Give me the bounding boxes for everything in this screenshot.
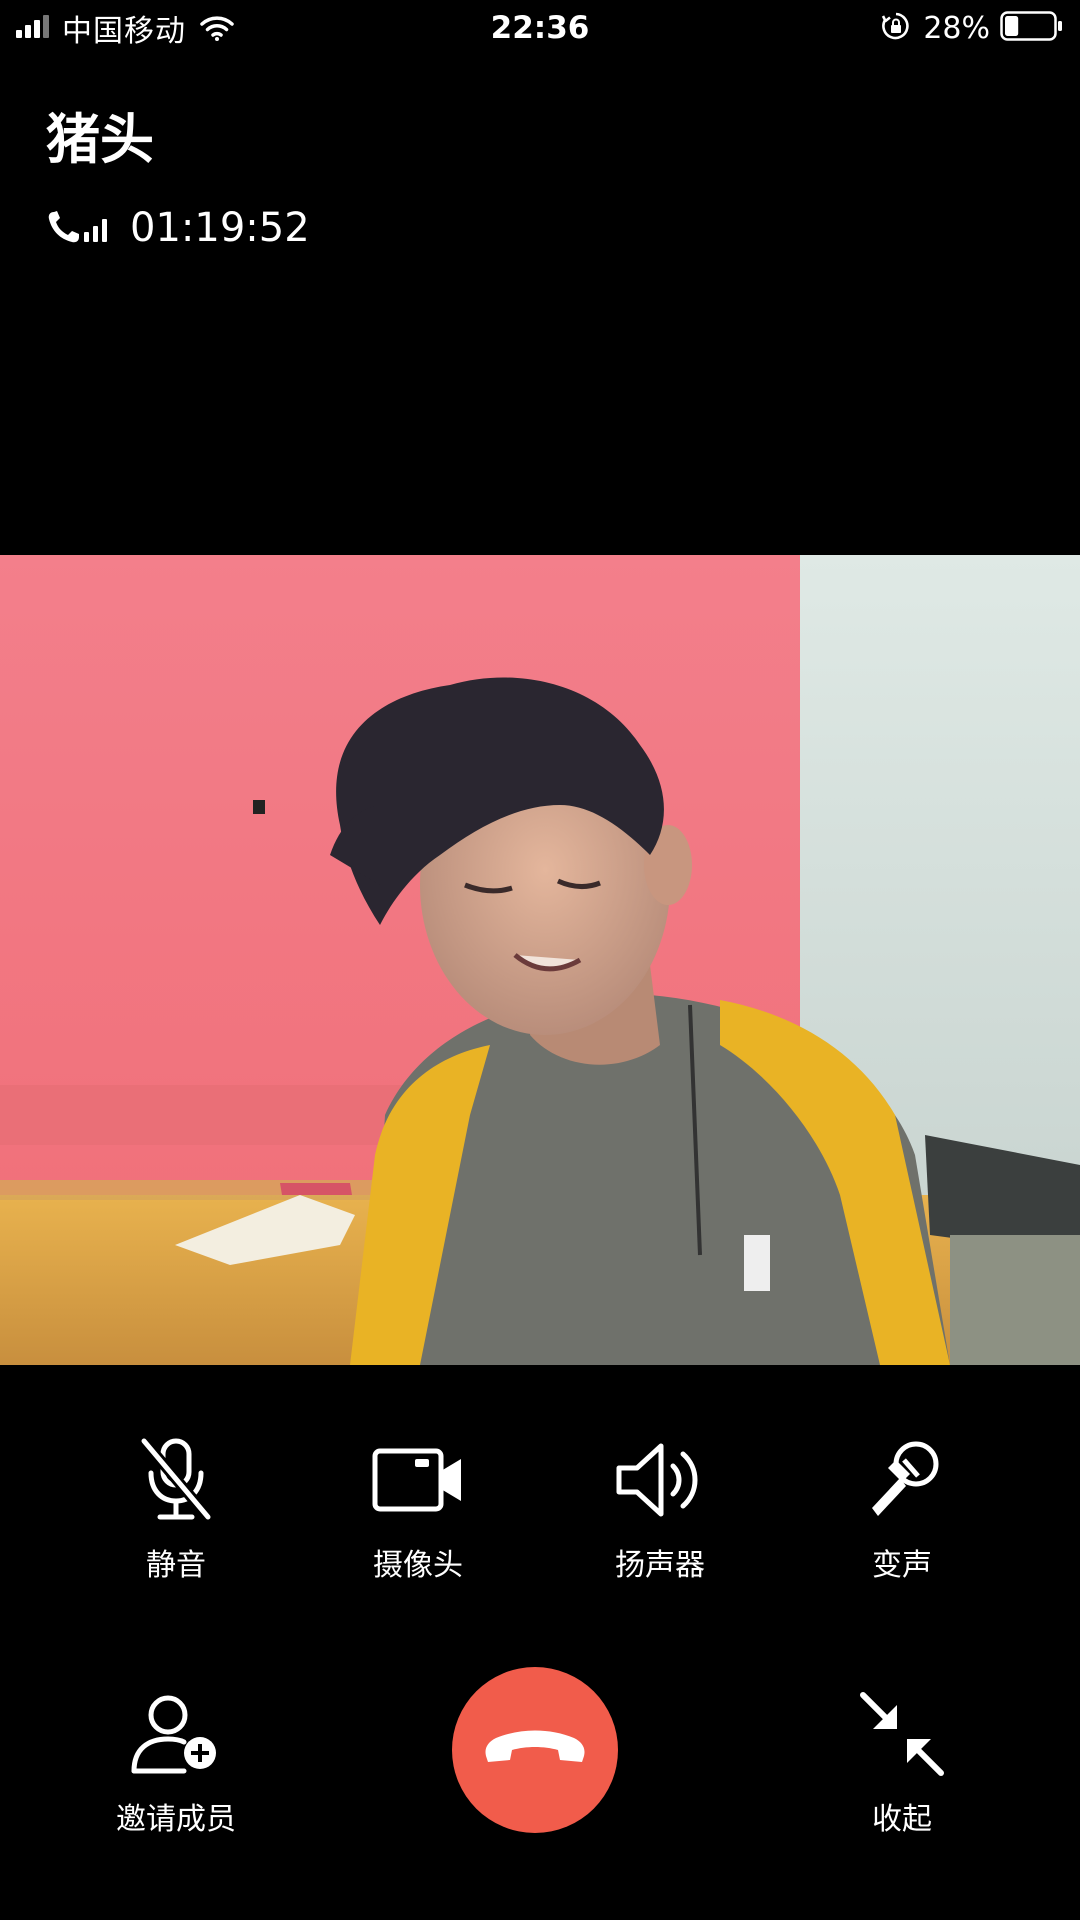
voice-changer-button[interactable]: 变声	[802, 1430, 1002, 1586]
camera-icon	[318, 1430, 518, 1530]
remote-video[interactable]	[0, 555, 1080, 1365]
call-duration: 01:19:52	[130, 205, 310, 251]
minimize-label: 收起	[872, 1802, 932, 1837]
speaker-icon	[560, 1430, 760, 1530]
status-bar: 中国移动 22:36 28%	[0, 0, 1080, 56]
mic-off-icon	[76, 1430, 276, 1530]
mute-label: 静音	[146, 1548, 206, 1583]
orientation-lock-icon	[881, 11, 911, 45]
contact-name: 猪头	[46, 108, 154, 171]
minimize-icon	[802, 1684, 1002, 1784]
battery-percent: 28%	[923, 10, 990, 46]
battery-icon	[1000, 11, 1064, 45]
hangup-button[interactable]	[452, 1667, 618, 1833]
call-signal-icon	[46, 206, 112, 250]
camera-button[interactable]: 摄像头	[318, 1430, 518, 1586]
battery-level-fill	[1005, 16, 1019, 36]
add-member-icon	[76, 1684, 276, 1784]
hangup-icon	[480, 1726, 590, 1774]
voice-changer-label: 变声	[872, 1548, 932, 1583]
speaker-label: 扬声器	[615, 1548, 705, 1583]
status-bar-right: 28%	[881, 0, 1064, 56]
invite-member-label: 邀请成员	[116, 1802, 236, 1837]
voice-changer-icon	[802, 1430, 1002, 1530]
speaker-button[interactable]: 扬声器	[560, 1430, 760, 1586]
minimize-button[interactable]: 收起	[802, 1684, 1002, 1840]
invite-member-button[interactable]: 邀请成员	[76, 1684, 276, 1840]
camera-label: 摄像头	[373, 1548, 463, 1583]
call-info: 01:19:52	[46, 202, 310, 254]
mute-button[interactable]: 静音	[76, 1430, 276, 1586]
video-frame	[0, 555, 1080, 1365]
